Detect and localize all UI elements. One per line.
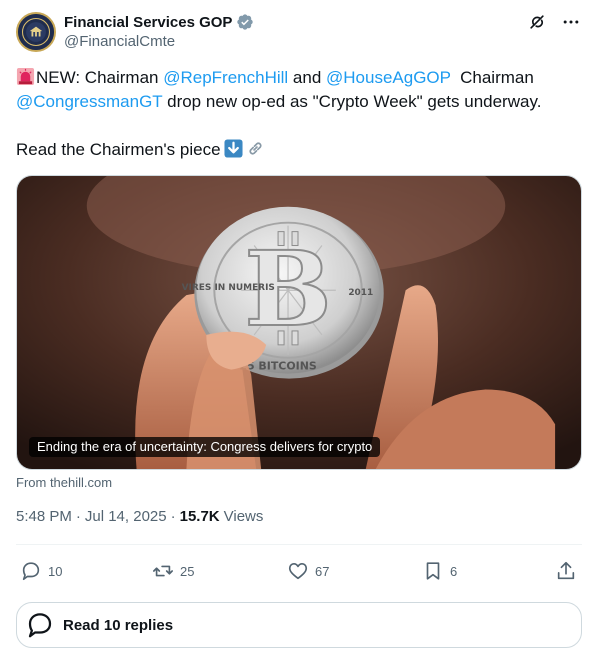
meta-separator: ·	[75, 508, 81, 525]
bookmark-count: 6	[450, 563, 458, 579]
reply-count: 10	[48, 563, 63, 579]
tweet-time[interactable]: 5:48 PM	[16, 508, 72, 525]
line1-prefix: NEW: Chairman	[36, 68, 164, 87]
bookmark-button[interactable]: 6	[422, 557, 457, 585]
more-icon[interactable]	[560, 11, 582, 33]
line3-text: Read the Chairmen's piece	[16, 140, 221, 159]
reply-icon	[28, 613, 52, 638]
tweet-meta: 5:48 PM · Jul 14, 2025 · 15.7K Views	[16, 508, 263, 525]
action-bar: 10 25 67 6	[16, 557, 582, 585]
display-name[interactable]: Financial Services GOP	[64, 14, 232, 31]
reply-button[interactable]: 10	[20, 557, 62, 585]
like-count: 67	[315, 563, 330, 579]
link-emoji	[248, 142, 262, 155]
share-button[interactable]	[555, 557, 577, 585]
card-source[interactable]: From thehill.com	[16, 475, 112, 490]
verified-badge-icon[interactable]	[236, 13, 254, 31]
share-icon	[557, 561, 575, 580]
coin-text-left: VIRES IN NUMERIS	[182, 283, 275, 293]
line1-mid: and	[288, 68, 326, 87]
read-replies-button[interactable]: Read 10 replies	[16, 602, 582, 648]
avatar[interactable]	[16, 12, 56, 52]
read-replies-label: Read 10 replies	[63, 616, 174, 634]
divider	[16, 544, 582, 545]
tweet-text: NEW: Chairman @RepFrenchHill and @HouseA…	[16, 66, 582, 162]
mention-rep-french-hill[interactable]: @RepFrenchHill	[163, 68, 288, 87]
house-seal-icon	[18, 14, 54, 50]
grok-icon[interactable]	[526, 11, 548, 33]
meta-separator: ·	[170, 508, 176, 525]
mention-congressman-gt[interactable]: @CongressmanGT	[16, 92, 162, 111]
line2-suffix: drop new op-ed as "Crypto Week" gets und…	[162, 92, 542, 111]
repost-count: 25	[180, 563, 195, 579]
reply-icon	[22, 562, 40, 581]
tweet-header: Financial Services GOP @FinancialCmte	[16, 12, 582, 52]
line1-suffix: Chairman	[450, 68, 534, 87]
card-caption: Ending the era of uncertainty: Congress …	[29, 437, 381, 457]
repost-button[interactable]: 25	[152, 557, 194, 585]
mention-house-ag-gop[interactable]: @HouseAgGOP	[326, 68, 451, 87]
like-button[interactable]: 67	[287, 557, 329, 585]
tweet-line-2: @CongressmanGT drop new op-ed as "Crypto…	[16, 90, 582, 114]
views-label: Views	[223, 508, 264, 525]
views-count: 15.7K	[179, 508, 220, 525]
down-arrow-emoji	[224, 139, 243, 158]
siren-emoji	[16, 67, 35, 86]
tweet-blank-line	[16, 114, 582, 138]
coin-text-right: 2011	[348, 288, 373, 298]
tweet-date[interactable]: Jul 14, 2025	[85, 508, 167, 525]
bitcoin-coin-photo: B VIRES IN NUMERIS 2011 25 BITCOINS	[17, 176, 581, 469]
tweet-line-3: Read the Chairmen's piece	[16, 138, 582, 162]
repost-icon	[153, 565, 173, 577]
heart-icon	[288, 563, 308, 580]
link-card[interactable]: B VIRES IN NUMERIS 2011 25 BITCOINS Endi…	[16, 175, 582, 470]
tweet-line-1: NEW: Chairman @RepFrenchHill and @HouseA…	[16, 66, 582, 90]
bookmark-icon	[426, 562, 440, 580]
handle[interactable]: @FinancialCmte	[64, 33, 175, 50]
